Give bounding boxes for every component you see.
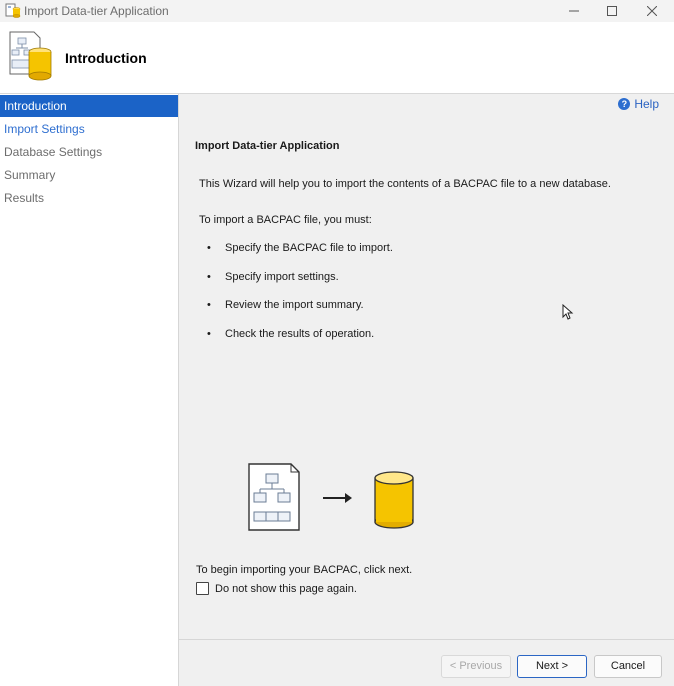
bacpac-database-icon bbox=[9, 31, 52, 81]
next-button[interactable]: Next > bbox=[517, 655, 587, 678]
wizard-content: ? Help Import Data-tier Application This… bbox=[179, 94, 674, 686]
bullet-icon: • bbox=[207, 299, 211, 311]
dont-show-checkbox[interactable] bbox=[196, 582, 209, 595]
list-item: • Check the results of operation. bbox=[207, 328, 393, 357]
minimize-button[interactable] bbox=[556, 0, 592, 22]
help-icon: ? bbox=[618, 98, 631, 110]
minimize-icon bbox=[569, 10, 579, 12]
begin-text: To begin importing your BACPAC, click ne… bbox=[196, 564, 413, 576]
mouse-cursor-icon bbox=[562, 304, 574, 320]
sidebar-item-results: Results bbox=[4, 191, 45, 205]
dont-show-label[interactable]: Do not show this page again. bbox=[215, 583, 357, 595]
title-bar: Import Data-tier Application bbox=[0, 0, 674, 22]
maximize-button[interactable] bbox=[594, 0, 630, 22]
dont-show-checkbox-row[interactable]: Do not show this page again. bbox=[196, 582, 357, 595]
arrow-right-icon bbox=[323, 493, 352, 503]
list-item: • Review the import summary. bbox=[207, 299, 393, 328]
wizard-steps-sidebar: Introduction Import Settings Database Se… bbox=[0, 94, 179, 686]
sidebar-item-import-settings[interactable]: Import Settings bbox=[0, 118, 178, 140]
window-title: Import Data-tier Application bbox=[24, 4, 169, 18]
section-title: Import Data-tier Application bbox=[195, 140, 340, 152]
intro-text: This Wizard will help you to import the … bbox=[199, 178, 611, 190]
bullet-icon: • bbox=[207, 327, 211, 340]
list-item: • Specify import settings. bbox=[207, 271, 393, 300]
sidebar-item-introduction[interactable]: Introduction bbox=[0, 95, 178, 117]
maximize-icon bbox=[607, 6, 617, 16]
bullet-icon: • bbox=[207, 270, 211, 283]
close-icon bbox=[647, 6, 657, 16]
sidebar-item-database-settings: Database Settings bbox=[4, 145, 103, 159]
wizard-header: Introduction bbox=[0, 22, 674, 94]
requirements-list: • Specify the BACPAC file to import. • Spe… bbox=[207, 242, 393, 356]
help-label: Help bbox=[634, 97, 659, 111]
bacpac-file-icon bbox=[248, 463, 300, 531]
close-button[interactable] bbox=[634, 0, 670, 22]
page-title: Introduction bbox=[65, 50, 147, 66]
previous-button[interactable]: < Previous bbox=[441, 655, 511, 678]
cancel-button[interactable]: Cancel bbox=[594, 655, 662, 678]
footer-divider bbox=[179, 639, 674, 640]
bullet-icon: • bbox=[207, 242, 211, 254]
requirements-text: To import a BACPAC file, you must: bbox=[199, 214, 372, 226]
app-icon bbox=[5, 3, 21, 18]
import-illustration bbox=[248, 463, 414, 531]
database-icon bbox=[374, 471, 414, 529]
sidebar-item-summary: Summary bbox=[4, 168, 56, 182]
help-link[interactable]: ? Help bbox=[618, 97, 659, 111]
list-item: • Specify the BACPAC file to import. bbox=[207, 242, 393, 271]
